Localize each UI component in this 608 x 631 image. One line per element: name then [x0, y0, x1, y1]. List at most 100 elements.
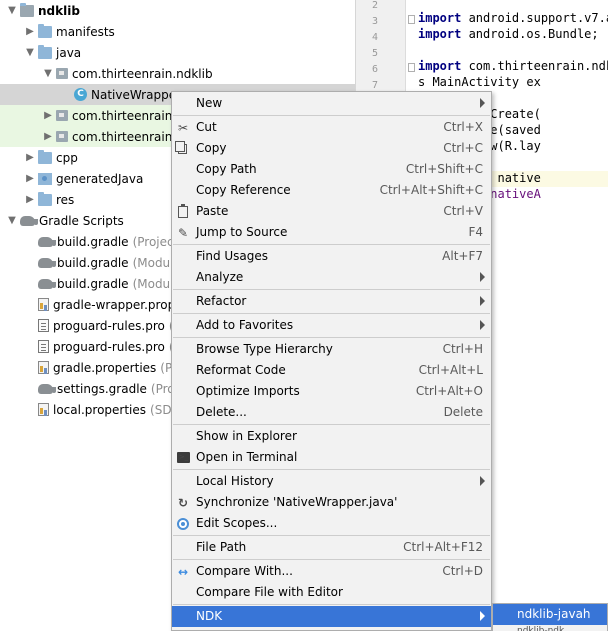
generated-source-folder-icon	[38, 172, 52, 185]
line-number: 2	[371, 0, 378, 11]
tree-item-label: java	[56, 45, 82, 60]
menu-item-shortcut: Alt+F7	[442, 249, 483, 263]
menu-separator	[173, 115, 490, 116]
menu-item-edit-scopes[interactable]: Edit Scopes...	[172, 513, 491, 534]
tree-item-label: settings.gradle	[57, 381, 147, 396]
properties-file-icon	[38, 403, 49, 416]
menu-item-local-history[interactable]: Local History	[172, 471, 491, 492]
menu-item-label: Paste	[196, 204, 229, 218]
menu-item-browse-type-hierarchy[interactable]: Browse Type Hierarchy Ctrl+H	[172, 339, 491, 360]
menu-item-shortcut: F4	[468, 225, 483, 239]
menu-item-label: Copy	[196, 141, 227, 155]
menu-item-label: File Path	[196, 540, 247, 554]
menu-item-add-to-favorites[interactable]: Add to Favorites	[172, 315, 491, 336]
tree-item-label: build.gradle	[57, 234, 129, 249]
menu-item-synchronize[interactable]: Synchronize 'NativeWrapper.java'	[172, 492, 491, 513]
collapsed-arrow-icon[interactable]: ▶	[22, 152, 38, 163]
menu-item-copy-reference[interactable]: Copy Reference Ctrl+Alt+Shift+C	[172, 180, 491, 201]
terminal-icon	[177, 452, 190, 463]
menu-item-compare-with[interactable]: Compare With... Ctrl+D	[172, 561, 491, 582]
gradle-icon	[38, 236, 56, 247]
menu-item-shortcut: Ctrl+C	[443, 141, 483, 155]
line-number: 5	[371, 48, 378, 59]
menu-item-open-in-terminal[interactable]: Open in Terminal	[172, 447, 491, 468]
fold-marker-icon[interactable]	[408, 63, 415, 72]
expanded-arrow-icon[interactable]: ▼	[40, 68, 56, 79]
menu-item-copy-path[interactable]: Copy Path Ctrl+Shift+C	[172, 159, 491, 180]
gradle-icon	[38, 383, 56, 394]
copy-icon	[175, 141, 187, 154]
code-keyword: import	[418, 59, 462, 73]
expanded-arrow-icon[interactable]: ▼	[4, 215, 20, 226]
fold-marker-icon[interactable]	[408, 15, 415, 24]
code-text: android.os.Bundle;	[461, 27, 599, 41]
tree-item-label: generatedJava	[56, 171, 144, 186]
menu-item-new[interactable]: New	[172, 93, 491, 114]
submenu-arrow-icon	[480, 476, 485, 486]
menu-item-label: Find Usages	[196, 249, 269, 263]
expanded-arrow-icon[interactable]: ▼	[22, 47, 38, 58]
line-number: 4	[371, 32, 378, 43]
tree-item[interactable]: ▼ com.thirteenrain.ndklib	[0, 63, 355, 84]
menu-item-label: Synchronize 'NativeWrapper.java'	[196, 495, 398, 509]
menu-separator	[173, 559, 490, 560]
menu-item-paste[interactable]: Paste Ctrl+V	[172, 201, 491, 222]
menu-item-label: Delete...	[196, 405, 247, 419]
menu-item-label: NDK	[196, 609, 223, 623]
menu-item-jump-to-source[interactable]: Jump to Source F4	[172, 222, 491, 243]
menu-item-optimize-imports[interactable]: Optimize Imports Ctrl+Alt+O	[172, 381, 491, 402]
menu-item-copy[interactable]: Copy Ctrl+C	[172, 138, 491, 159]
menu-item-label: Open in Terminal	[196, 450, 298, 464]
menu-item-compare-file-with-editor[interactable]: Compare File with Editor	[172, 582, 491, 603]
tree-item-label: manifests	[56, 24, 115, 39]
code-text: com.thirteenrain.ndkl	[461, 59, 608, 73]
java-class-icon	[74, 88, 87, 101]
submenu-item-ndklib-ndk[interactable]: ndklib-ndk	[517, 626, 577, 631]
submenu-item-ndklib-javah[interactable]: ndklib-javah	[493, 604, 607, 625]
tree-item-label: com.thirteenrain.	[72, 108, 177, 123]
ndk-submenu[interactable]: ndklib-javah ndklib-ndk	[492, 603, 608, 631]
menu-item-file-path[interactable]: File Path Ctrl+Alt+F12	[172, 537, 491, 558]
menu-item-shortcut: Ctrl+V	[443, 204, 483, 218]
menu-item-ndk[interactable]: NDK	[172, 606, 491, 627]
menu-item-label: Local History	[196, 474, 274, 488]
code-line: import com.thirteenrain.ndkl	[418, 59, 608, 73]
gradle-icon	[38, 278, 56, 289]
menu-item-analyze[interactable]: Analyze	[172, 267, 491, 288]
text-file-icon	[38, 319, 49, 332]
folder-icon	[38, 44, 52, 59]
tree-item-label: gradle-wrapper.prope	[53, 297, 183, 312]
tree-item-label: build.gradle	[57, 276, 129, 291]
menu-item-show-in-explorer[interactable]: Show in Explorer	[172, 426, 491, 447]
menu-item-shortcut: Ctrl+Alt+L	[418, 363, 483, 377]
menu-item-label: Edit Scopes...	[196, 516, 278, 530]
tree-item-label: proguard-rules.pro	[53, 339, 165, 354]
menu-item-delete[interactable]: Delete... Delete	[172, 402, 491, 423]
collapsed-arrow-icon[interactable]: ▶	[22, 173, 38, 184]
menu-item-label: Browse Type Hierarchy	[196, 342, 333, 356]
tree-item[interactable]: ▶ manifests	[0, 21, 355, 42]
menu-item-reformat-code[interactable]: Reformat Code Ctrl+Alt+L	[172, 360, 491, 381]
context-menu[interactable]: New Cut Ctrl+X Copy Ctrl+C Copy Path Ctrl+Shif…	[171, 91, 492, 631]
expanded-arrow-icon[interactable]: ▼	[4, 5, 20, 16]
menu-item-refactor[interactable]: Refactor	[172, 291, 491, 312]
code-text: s MainActivity ex	[418, 75, 541, 89]
code-text: android.support.v7.ap	[461, 11, 608, 25]
collapsed-arrow-icon[interactable]: ▶	[22, 26, 38, 37]
tree-item[interactable]: ▼ ndklib	[0, 0, 355, 21]
collapsed-arrow-icon[interactable]: ▶	[40, 131, 56, 142]
tree-item-label: Gradle Scripts	[39, 213, 124, 228]
menu-item-label: Show in Explorer	[196, 429, 297, 443]
menu-separator	[173, 289, 490, 290]
package-icon	[56, 110, 68, 121]
menu-item-shortcut: Ctrl+Alt+O	[415, 384, 483, 398]
menu-item-find-usages[interactable]: Find Usages Alt+F7	[172, 246, 491, 267]
menu-item-cut[interactable]: Cut Ctrl+X	[172, 117, 491, 138]
menu-item-label: Jump to Source	[196, 225, 288, 239]
code-keyword: import	[418, 11, 462, 25]
menu-item-shortcut: Ctrl+Alt+Shift+C	[379, 183, 483, 197]
menu-item-shortcut: Ctrl+Shift+C	[405, 162, 483, 176]
tree-item[interactable]: ▼ java	[0, 42, 355, 63]
collapsed-arrow-icon[interactable]: ▶	[40, 110, 56, 121]
collapsed-arrow-icon[interactable]: ▶	[22, 194, 38, 205]
